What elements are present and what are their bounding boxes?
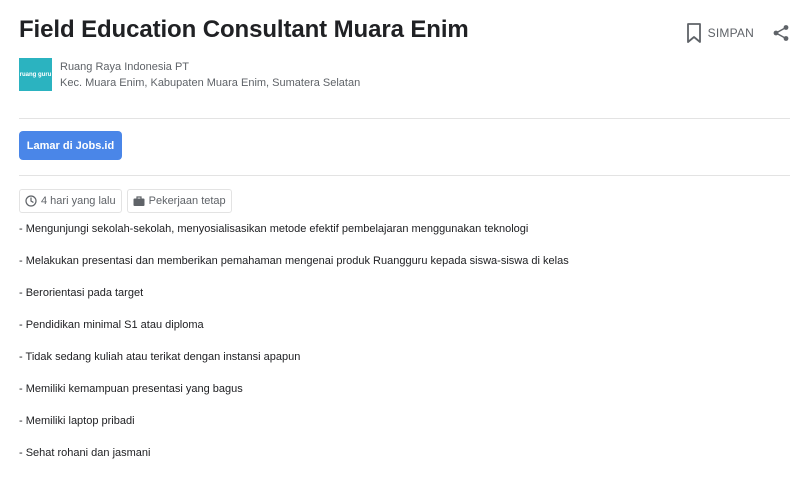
divider — [19, 118, 790, 119]
job-description: - Mengunjungi sekolah-sekolah, menyosial… — [19, 223, 569, 479]
divider — [19, 175, 790, 176]
clock-icon — [25, 195, 37, 207]
job-type-label: Pekerjaan tetap — [148, 195, 226, 207]
description-line: - Berorientasi pada target — [19, 287, 144, 299]
description-line: - Memiliki kemampuan presentasi yang bag… — [19, 383, 243, 395]
save-label: SIMPAN — [707, 26, 754, 40]
share-button[interactable] — [772, 24, 790, 42]
job-meta: 4 hari yang lalu Pekerjaan tetap — [19, 189, 237, 213]
job-type-chip: Pekerjaan tetap — [126, 189, 232, 213]
share-icon — [773, 25, 789, 41]
description-line: - Mengunjungi sekolah-sekolah, menyosial… — [19, 223, 529, 235]
save-button[interactable]: SIMPAN — [684, 22, 754, 44]
apply-button[interactable]: Lamar di Jobs.id — [19, 131, 122, 160]
job-title: Field Education Consultant Muara Enim — [19, 16, 469, 43]
description-line: - Tidak sedang kuliah atau terikat denga… — [19, 351, 301, 363]
description-line: - Memiliki laptop pribadi — [19, 415, 135, 427]
company-text: Ruang Raya Indonesia PT Kec. Muara Enim,… — [60, 59, 360, 91]
description-line: - Pendidikan minimal S1 atau diploma — [19, 319, 204, 331]
description-line: - Sehat rohani dan jasmani — [19, 447, 151, 459]
briefcase-icon — [133, 196, 145, 206]
company-location: Kec. Muara Enim, Kabupaten Muara Enim, S… — [60, 77, 361, 89]
bookmark-icon — [686, 23, 701, 43]
company-logo-text: ruang guru — [19, 71, 52, 78]
posted-chip: 4 hari yang lalu — [19, 189, 122, 213]
description-line: - Melakukan presentasi dan memberikan pe… — [19, 255, 569, 267]
company-name[interactable]: Ruang Raya Indonesia PT — [60, 59, 360, 75]
company-logo: ruang guru — [19, 58, 52, 91]
posted-label: 4 hari yang lalu — [41, 195, 116, 207]
company-info: ruang guru Ruang Raya Indonesia PT Kec. … — [19, 58, 360, 91]
job-actions: SIMPAN — [684, 22, 790, 44]
